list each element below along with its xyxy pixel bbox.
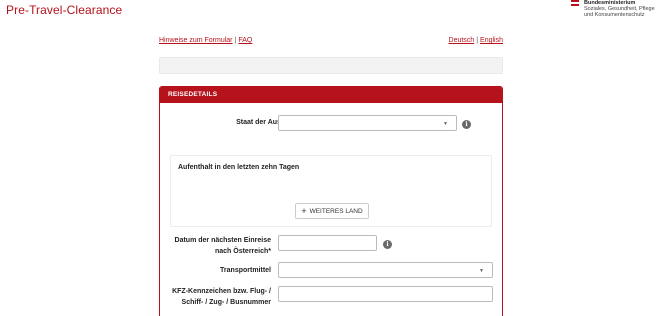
- plate-number-input[interactable]: [278, 286, 493, 302]
- entry-date-label: Datum der nächsten Einreise nach Österre…: [160, 235, 271, 257]
- brand-line-3: und Konsumentenschutz: [584, 12, 645, 18]
- plate-label-line2: Schiff- / Zug- / Busnummer: [181, 299, 271, 306]
- departure-country-select[interactable]: ▼: [278, 115, 457, 131]
- transport-label: Transportmittel: [220, 267, 271, 274]
- chevron-down-icon: ▼: [443, 121, 448, 127]
- stay-section: Aufenthalt in den letzten zehn Tagen + WE…: [170, 155, 492, 227]
- transport-select[interactable]: ▼: [278, 262, 493, 278]
- lang-english-link[interactable]: English: [480, 37, 503, 44]
- top-links: Hinweise zum Formular | FAQ Deutsch | Englis…: [159, 37, 503, 44]
- link-separator: |: [234, 37, 237, 44]
- page-title: Pre-Travel-Clearance: [6, 3, 123, 17]
- stay-section-title: Aufenthalt in den letzten zehn Tagen: [178, 164, 300, 171]
- form-hints-link[interactable]: Hinweise zum Formular: [159, 37, 233, 44]
- panel-header: REISEDETAILS: [160, 87, 502, 103]
- add-country-button[interactable]: + WEITERES LAND: [295, 203, 369, 219]
- message-area: [159, 57, 503, 74]
- language-switch: Deutsch | English: [449, 37, 503, 44]
- travel-details-panel: REISEDETAILS Staat der Ausreise* ▼ i Auf…: [159, 86, 503, 316]
- add-country-label: WEITERES LAND: [309, 208, 363, 215]
- lang-separator: |: [476, 37, 479, 44]
- plate-label-line1: KFZ-Kennzeichen bzw. Flug- /: [172, 288, 271, 295]
- entry-date-label-line1: Datum der nächsten Einreise: [174, 237, 271, 244]
- faq-link[interactable]: FAQ: [238, 37, 252, 44]
- entry-date-input[interactable]: [278, 235, 377, 251]
- info-icon[interactable]: i: [383, 240, 392, 249]
- austria-flag-icon: [571, 0, 579, 6]
- entry-date-label-line2: nach Österreich*: [214, 248, 271, 255]
- plate-number-label: KFZ-Kennzeichen bzw. Flug- / Schiff- / Z…: [160, 286, 271, 308]
- chevron-down-icon: ▼: [479, 268, 484, 274]
- lang-deutsch-link[interactable]: Deutsch: [449, 37, 475, 44]
- info-icon[interactable]: i: [462, 120, 471, 129]
- plus-icon: +: [301, 206, 307, 216]
